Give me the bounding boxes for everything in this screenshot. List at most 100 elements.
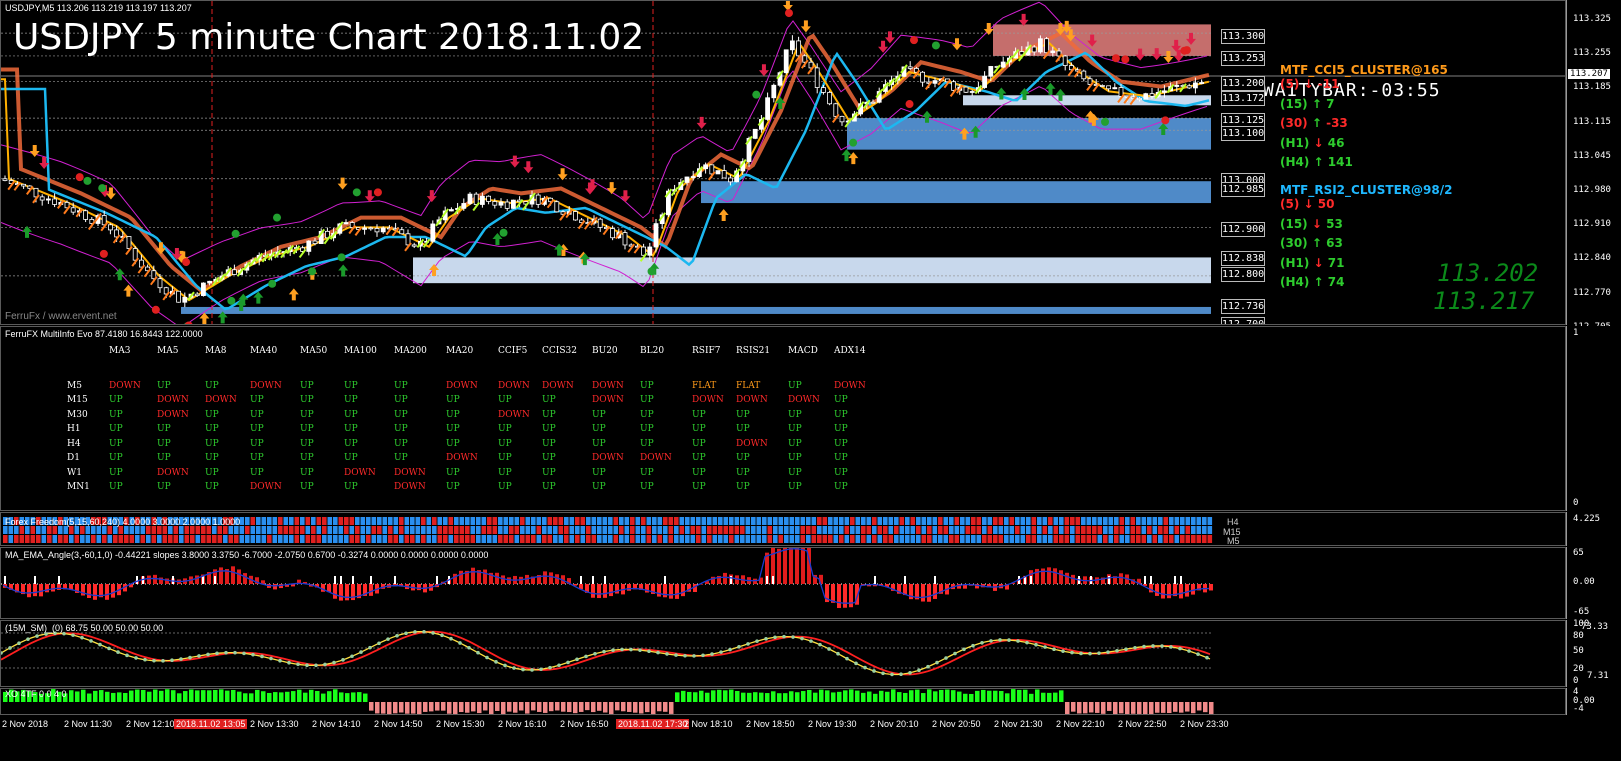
price-axis-label: 112.910 (1573, 219, 1611, 230)
demand-zone (847, 118, 1211, 150)
table-row: D1 UP UP UP UP UP UP UP DOWN UP UP DOWN DOWN UP UP UP UP (67, 453, 848, 464)
multiinfo-header: FerruFX MultiInfo Evo 87.4180 16.8443 12… (5, 329, 203, 339)
price-level-tag: 113.300 (1221, 29, 1265, 44)
time-axis-label: 2 Nov 22:50 (1118, 719, 1167, 729)
demand-zone (181, 306, 1211, 314)
table-row: W1 UP DOWN UP UP UP DOWN DOWN UP UP UP UP UP UP UP UP UP (67, 467, 848, 478)
stoch-axis: 100 73.33 80 50 20 7.31 0 (1566, 619, 1621, 687)
ma-ema-angle-pane[interactable]: MA_EMA_Angle(3,-60,1,0) -0.44221 slopes … (0, 547, 1566, 619)
time-axis-label: 2 Nov 16:10 (498, 719, 547, 729)
price-axis-label: 113.115 (1573, 116, 1611, 127)
column-header: MACD (788, 346, 818, 357)
price-axis-label: 112.980 (1573, 185, 1611, 195)
price-level-tag: 112.985 (1221, 182, 1265, 197)
price-level-tag: 113.253 (1221, 51, 1265, 66)
table-row: M5 DOWN UP UP DOWN UP UP UP DOWN DOWN DOWN DOWN UP FL… (67, 380, 866, 391)
time-axis-label: 2 Nov 23:30 (1180, 719, 1229, 729)
multiinfo-pane[interactable]: FerruFX MultiInfo Evo 87.4180 16.8443 12… (0, 326, 1566, 511)
column-header: MA5 (157, 346, 179, 357)
column-header: MA50 (300, 346, 328, 357)
price-level-tag: 113.100 (1221, 126, 1265, 141)
forex-freedom-header: Forex Freedom(5,15,60,240) 4.0000 3.0000… (5, 517, 241, 527)
xo-axis: 4 0.00 -4 (1566, 687, 1621, 715)
column-header: MA3 (109, 346, 131, 357)
stoch-header: (15M_SM)_(0) 68.75 50.00 50.00 50.00 (5, 623, 164, 633)
mtf-row: (30) ↑ 63 (1280, 236, 1343, 250)
arrow-up-icon: ↑ (1307, 116, 1327, 130)
time-axis-label: 2 Nov 21:30 (994, 719, 1043, 729)
mtf-row: (5) ↓ -11 (1280, 77, 1340, 91)
table-row: M30 UP DOWN UP UP UP UP UP UP DOWN UP UP UP UP UP UP UP (67, 409, 848, 420)
price-level-tag: 113.200 (1221, 76, 1265, 91)
column-header: ADX14 (834, 346, 866, 357)
time-axis-label: 2 Nov 13:30 (250, 719, 299, 729)
arrow-down-icon: ↓ (1307, 216, 1327, 231)
watermark: FerruFx / www.ervent.net (5, 311, 117, 322)
stoch-canvas (1, 629, 1211, 677)
symbol-info: USDJPY,M5 113.206 113.219 113.197 113.20… (5, 3, 192, 13)
ff-label-h4: H4 (1227, 517, 1239, 527)
xo-pane[interactable]: XO 4TF 0 0 4 0 (0, 688, 1566, 715)
column-header: MA8 (205, 346, 227, 357)
xo-header: XO 4TF 0 0 4 0 (5, 689, 67, 699)
mtf-row: (H4) ↑ 74 (1280, 275, 1345, 289)
arrow-up-icon: ↑ (1307, 96, 1327, 111)
time-axis-label: 2018.11.02 17:30 (616, 719, 690, 729)
mtf-row: (H4) ↑ 141 (1280, 155, 1353, 169)
ff-label-m5: M5 (1227, 536, 1240, 546)
time-axis-label: 2 Nov 14:10 (312, 719, 361, 729)
table-row: M15 UP DOWN DOWN UP UP UP UP UP UP UP DOWN UP DOWN DOW… (67, 395, 848, 406)
column-header: CCIS32 (542, 346, 577, 357)
arrow-down-icon: ↓ (1299, 197, 1318, 211)
price-level-tag: 112.900 (1221, 222, 1265, 237)
mtf-row: (H1) ↓ 46 (1280, 135, 1345, 150)
price-level-tag: 113.172 (1221, 91, 1265, 106)
column-header: MA100 (344, 346, 377, 357)
demand-zone (413, 257, 1211, 284)
table-row: H1 UP UP UP UP UP UP UP UP UP UP UP UP UP UP UP UP (67, 424, 848, 435)
column-header: CCIF5 (498, 346, 528, 357)
arrow-down-icon: ↓ (1309, 135, 1328, 150)
ask-digits: 113.217 (1433, 287, 1535, 315)
mtf-cci-title: MTF_CCI5_CLUSTER@165 (1280, 63, 1448, 77)
ma-ema-angle-axis: 65 0.00 -65 (1566, 547, 1621, 619)
column-header: BU20 (592, 346, 618, 357)
main-chart-pane[interactable]: USDJPY,M5 113.206 113.219 113.197 113.20… (0, 0, 1566, 325)
column-header: MA200 (394, 346, 427, 357)
forex-freedom-axis: 4.225 (1566, 512, 1621, 546)
column-header: MA20 (446, 346, 474, 357)
time-axis-label: 2 Nov 19:30 (808, 719, 857, 729)
arrow-up-icon: ↑ (1309, 155, 1328, 169)
column-header: MA40 (250, 346, 278, 357)
time-axis-label: 2 Nov 22:10 (1056, 719, 1105, 729)
price-axis-label: 113.255 (1573, 48, 1611, 59)
mtf-row: (15) ↓ 53 (1280, 216, 1343, 231)
arrow-down-icon: ↓ (1309, 255, 1328, 270)
table-row: MN1 UP UP UP DOWN UP UP DOWN UP UP UP UP UP UP UP UP UP (67, 482, 848, 493)
time-axis-label: 2 Nov 15:30 (436, 719, 485, 729)
time-axis-label: 2018.11.02 13:05 (174, 719, 248, 729)
price-axis-label: 113.045 (1573, 150, 1611, 161)
time-axis-label: 2 Nov 2018 (2, 719, 49, 729)
time-axis-label: 2 Nov 12:10 (126, 719, 175, 729)
mtf-row: (H1) ↓ 71 (1280, 255, 1345, 270)
stoch-pane[interactable]: (15M_SM)_(0) 68.75 50.00 50.00 50.00 (0, 620, 1566, 687)
time-axis-label: 2 Nov 20:50 (932, 719, 981, 729)
time-axis-label: 2 Nov 18:10 (684, 719, 733, 729)
xo-canvas (3, 689, 1214, 714)
price-axis-label: 112.770 (1573, 287, 1611, 298)
price-axis-label: 113.185 (1573, 82, 1611, 93)
price-axis[interactable]: 113.325 113.255 113.185 113.115 113.045 112.9… (1566, 0, 1621, 332)
forex-freedom-pane[interactable]: Forex Freedom(5,15,60,240) 4.0000 3.0000… (0, 512, 1566, 546)
time-axis-label: 2 Nov 14:50 (374, 719, 423, 729)
column-header: RSIF7 (692, 346, 721, 357)
bottom-area (0, 736, 1621, 761)
table-row: H4 UP UP UP UP UP UP UP UP UP UP UP UP UP DOWN UP UP (67, 438, 848, 449)
time-axis-label: 2 Nov 11:30 (64, 719, 112, 729)
mtf-row: (15) ↑ 7 (1280, 96, 1335, 111)
time-axis: 2 Nov 2018 2 Nov 11:30 2 Nov 12:10 2018.11.… (0, 716, 1566, 736)
column-header: BL20 (640, 346, 665, 357)
price-axis-label: 112.840 (1573, 253, 1611, 264)
price-level-tag: 112.800 (1221, 267, 1265, 282)
price-axis-label: 113.325 (1573, 14, 1611, 24)
